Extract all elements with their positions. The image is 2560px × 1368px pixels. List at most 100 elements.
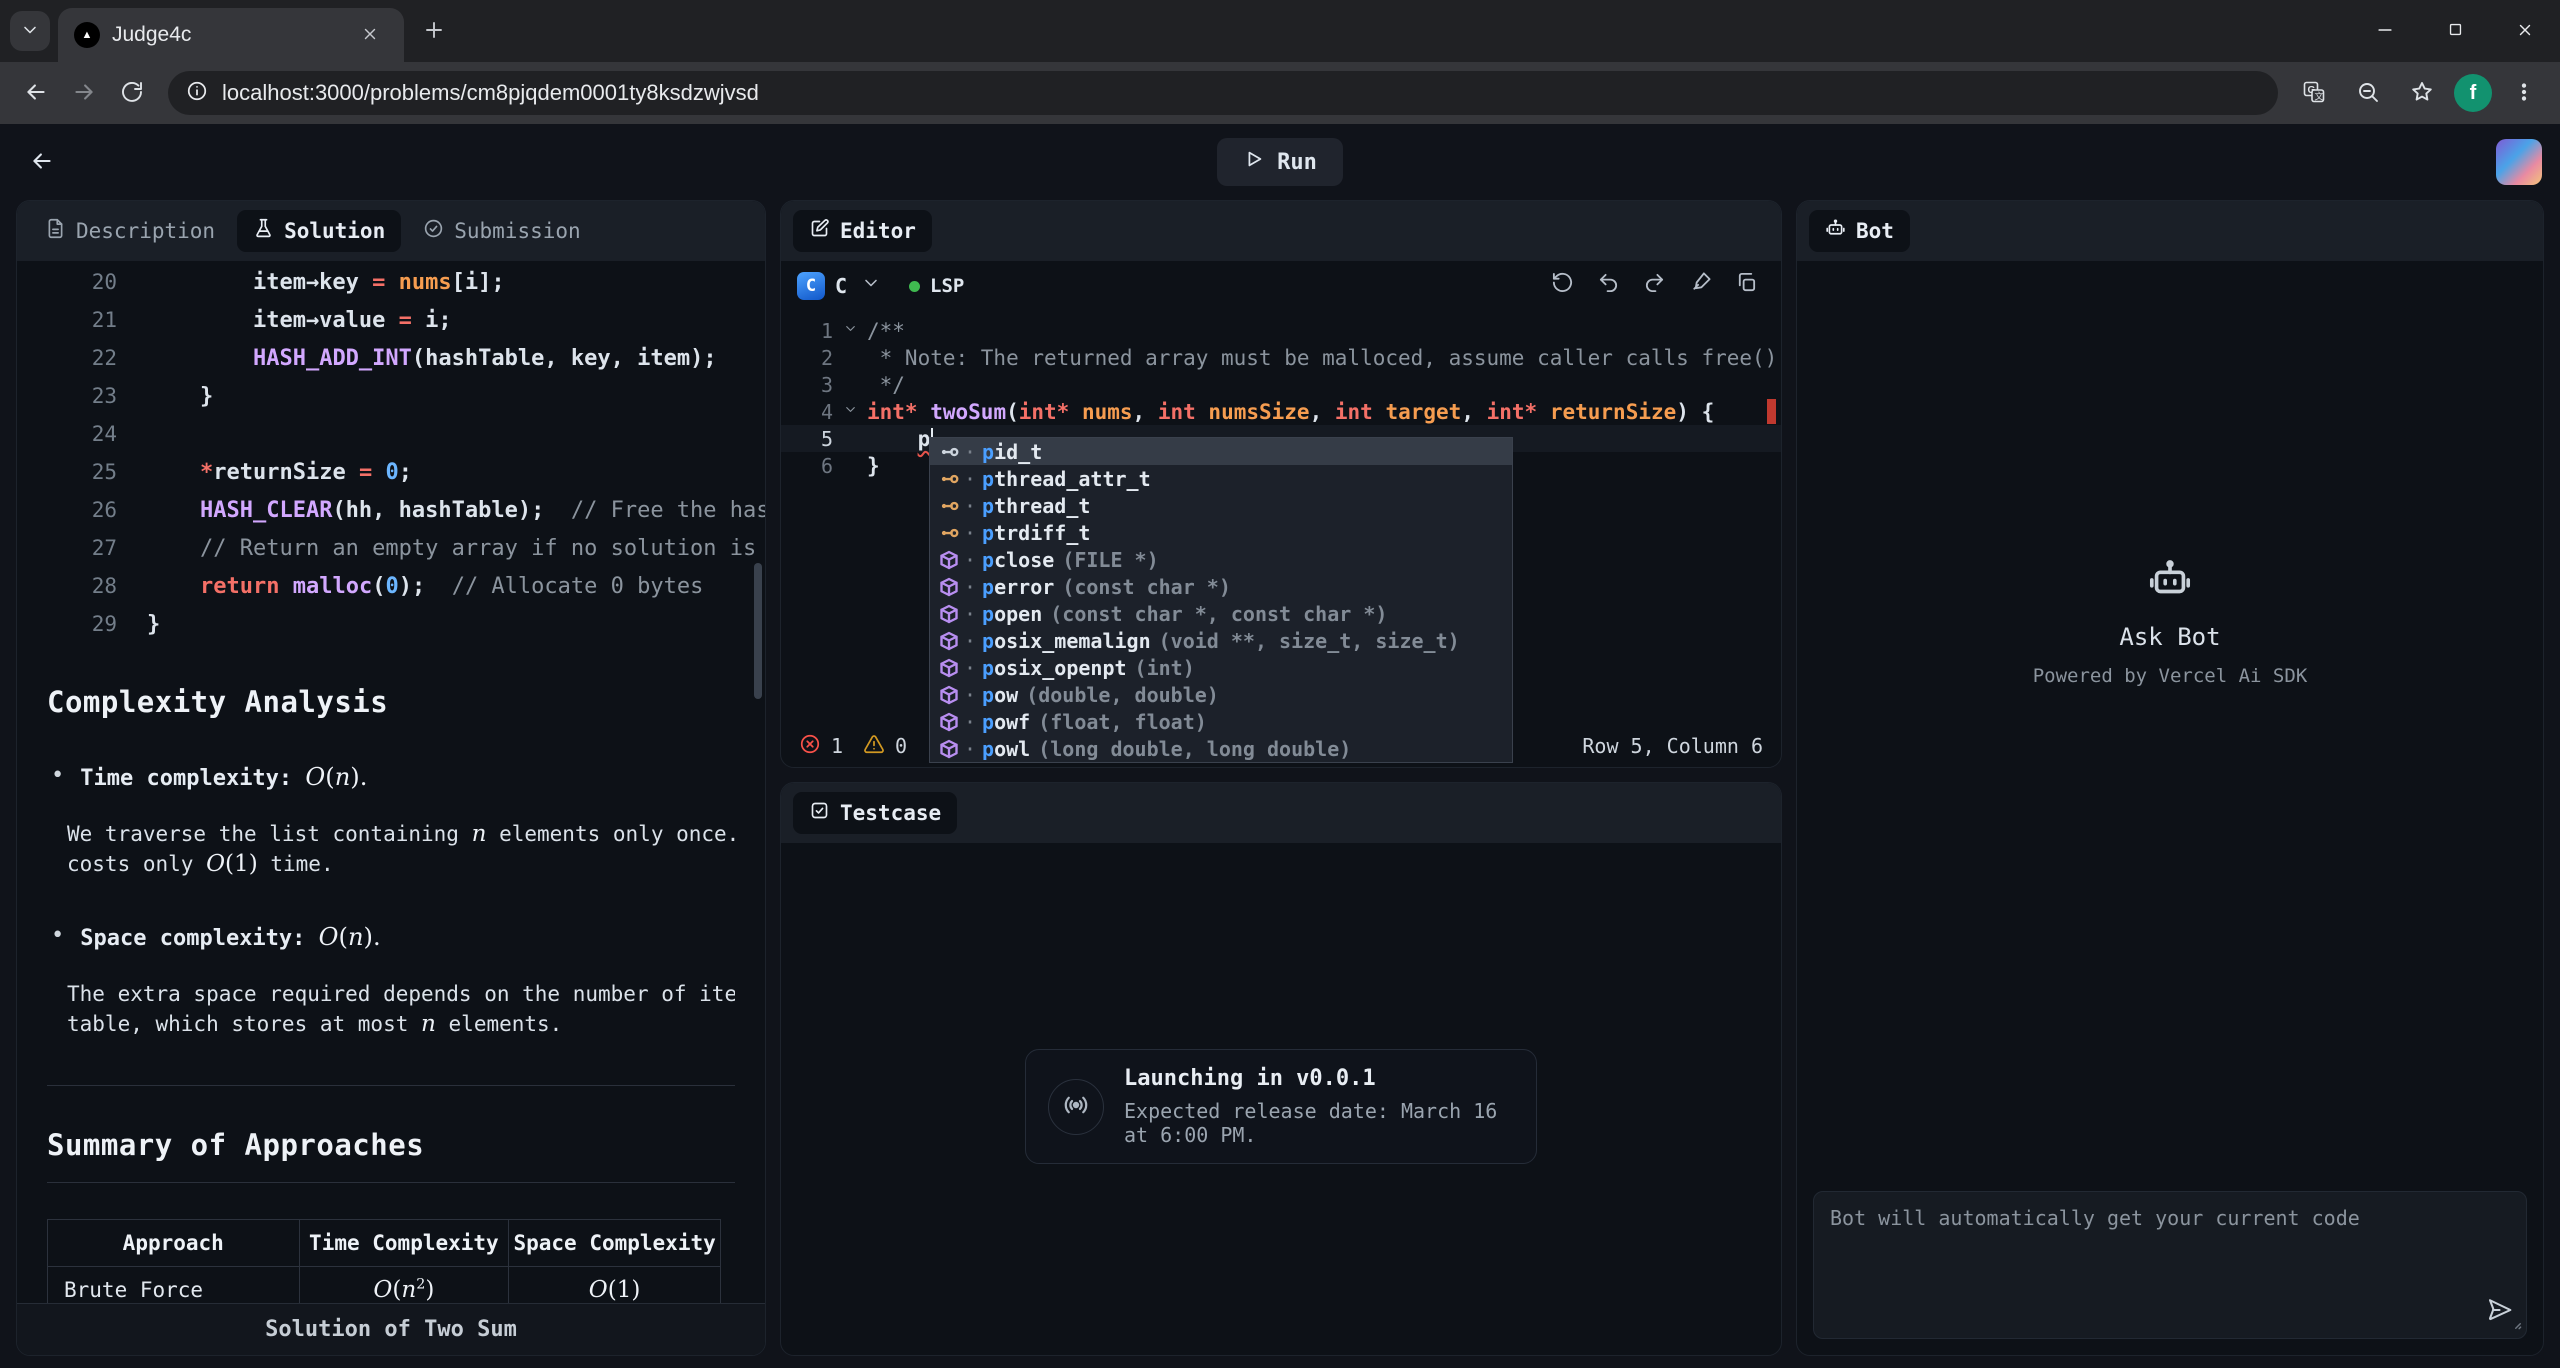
browser-profile-avatar[interactable]: f [2454, 74, 2492, 112]
toast-subtitle: Expected release date: March 16 at 6:00 … [1124, 1099, 1514, 1147]
reset-code-button[interactable] [1543, 267, 1581, 305]
language-select[interactable] [857, 267, 885, 305]
suggest-item[interactable]: ·perror(const char *) [930, 573, 1512, 600]
redo-button[interactable] [1635, 267, 1673, 305]
editor-line[interactable]: 2 * Note: The returned array must be mal… [781, 344, 1781, 371]
function-icon [938, 684, 960, 706]
undo-button[interactable] [1589, 267, 1627, 305]
suggest-item[interactable]: ·pthread_t [930, 492, 1512, 519]
suggest-item[interactable]: ·powf(float, float) [930, 708, 1512, 735]
function-icon [938, 630, 960, 652]
autocomplete-popup: ·pid_t·pthread_attr_t·pthread_t·ptrdiff_… [929, 437, 1513, 763]
launch-toast: Launching in v0.0.1 Expected release dat… [1025, 1049, 1537, 1164]
browser-tabstrip: ▲ Judge4c [0, 0, 2560, 62]
browser-tab[interactable]: ▲ Judge4c [58, 8, 404, 62]
function-icon [938, 657, 960, 679]
ask-bot-empty-state: Ask Bot Powered by Vercel Ai SDK [2033, 557, 2308, 687]
col-time: Time Complexity [299, 1220, 509, 1267]
suggest-item[interactable]: ·posix_memalign(void **, size_t, size_t) [930, 627, 1512, 654]
url-text[interactable]: localhost:3000/problems/cm8pjqdem0001ty8… [222, 80, 759, 106]
app-back-button[interactable] [18, 138, 66, 186]
translate-icon: G文 [2302, 80, 2326, 107]
maximize-icon [2447, 21, 2464, 41]
minimize-button[interactable] [2350, 0, 2420, 62]
back-icon [23, 79, 49, 108]
star-icon [2410, 80, 2434, 107]
address-bar[interactable]: localhost:3000/problems/cm8pjqdem0001ty8… [168, 71, 2278, 115]
chevron-down-icon [20, 20, 40, 43]
complexity-bullet: •Space complexity: O(n). [47, 923, 735, 951]
reload-button[interactable] [110, 71, 154, 115]
translate-button[interactable]: G文 [2292, 71, 2336, 115]
code-line: 25 *returnSize = 0; [17, 453, 765, 491]
tab-bot[interactable]: Bot [1809, 210, 1910, 252]
copy-icon [1735, 271, 1758, 301]
suggest-item[interactable]: ·posix_openpt(int) [930, 654, 1512, 681]
run-button[interactable]: Run [1217, 138, 1343, 186]
problem-panel-tabs: Description Solution Submission [17, 201, 765, 261]
rotate-ccw-icon [1551, 271, 1574, 301]
kebab-menu-icon [2513, 81, 2535, 106]
errors-icon [799, 733, 821, 760]
ask-bot-title: Ask Bot [2033, 623, 2308, 651]
function-icon [938, 603, 960, 625]
analysis-body: •Time complexity: O(n).We traverse the l… [47, 763, 735, 1039]
tab-title: Judge4c [112, 23, 340, 47]
zoom-button[interactable] [2346, 71, 2390, 115]
typedef-icon [938, 468, 960, 490]
format-code-button[interactable] [1681, 267, 1719, 305]
tab-testcase[interactable]: Testcase [793, 792, 957, 834]
new-tab-button[interactable] [416, 13, 452, 49]
suggest-item[interactable]: ·pow(double, double) [930, 681, 1512, 708]
tab-search-button[interactable] [10, 11, 50, 51]
code-line: 20 item→key = nums[i]; [17, 263, 765, 301]
code-line: 23 } [17, 377, 765, 415]
suggest-item[interactable]: ·pthread_attr_t [930, 465, 1512, 492]
complexity-paragraph: The extra space required depends on the … [47, 979, 735, 1039]
suggest-item[interactable]: ·pid_t [930, 438, 1512, 465]
summary-heading: Summary of Approaches [47, 1128, 735, 1162]
suggest-item[interactable]: ·pclose(FILE *) [930, 546, 1512, 573]
edit-icon [809, 218, 830, 244]
radio-icon [1048, 1079, 1104, 1135]
problem-panel: Description Solution Submission 20 item→… [16, 200, 766, 1356]
resize-grip[interactable] [2506, 1314, 2524, 1336]
testcase-panel: Testcase Launching in v0.0.1 Expected re… [780, 782, 1782, 1356]
suggest-item[interactable]: ·powl(long double, long double) [930, 735, 1512, 762]
browser-menu-button[interactable] [2502, 71, 2546, 115]
complexity-bullet: •Time complexity: O(n). [47, 763, 735, 791]
back-button[interactable] [14, 71, 58, 115]
brush-icon [1689, 271, 1712, 301]
function-icon [938, 711, 960, 733]
suggest-item[interactable]: ·popen(const char *, const char *) [930, 600, 1512, 627]
flask-icon [253, 218, 274, 244]
editor-line[interactable]: 1/** [781, 317, 1781, 344]
close-window-button[interactable] [2490, 0, 2560, 62]
ask-bot-subtitle: Powered by Vercel Ai SDK [2033, 665, 2308, 687]
tab-editor[interactable]: Editor [793, 210, 932, 252]
copy-code-button[interactable] [1727, 267, 1765, 305]
suggest-item[interactable]: ·ptrdiff_t [930, 519, 1512, 546]
circle-check-icon [423, 218, 444, 244]
site-info-icon[interactable] [186, 80, 208, 107]
solution-content[interactable]: 20 item→key = nums[i];21 item→value = i;… [17, 261, 765, 1303]
solution-footer: Solution of Two Sum [17, 1303, 765, 1355]
tab-submission[interactable]: Submission [407, 210, 596, 252]
bot-input-container [1813, 1191, 2527, 1339]
checkbox-icon [809, 800, 830, 826]
tab-solution[interactable]: Solution [237, 210, 401, 252]
editor-toolbar: C C LSP [781, 261, 1781, 311]
maximize-button[interactable] [2420, 0, 2490, 62]
minimize-icon [2375, 20, 2395, 43]
function-icon [938, 738, 960, 760]
editor-line[interactable]: 3 */ [781, 371, 1781, 398]
tab-close-button[interactable] [352, 17, 388, 53]
forward-button[interactable] [62, 71, 106, 115]
bookmark-button[interactable] [2400, 71, 2444, 115]
tab-description[interactable]: Description [29, 210, 231, 252]
error-count: 1 [831, 734, 843, 758]
bot-message-input[interactable] [1814, 1192, 2526, 1338]
user-avatar[interactable] [2496, 139, 2542, 185]
editor-line[interactable]: 4int* twoSum(int* nums, int numsSize, in… [781, 398, 1781, 425]
scrollbar-thumb[interactable] [754, 563, 762, 699]
